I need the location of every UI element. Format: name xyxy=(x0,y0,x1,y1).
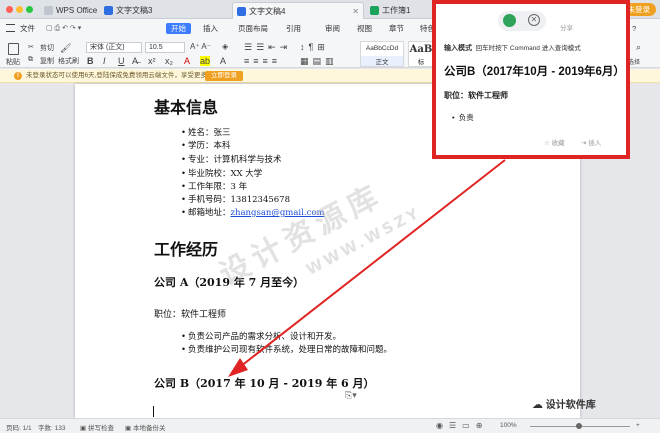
popup-result-role: 职位：软件工程师 xyxy=(444,91,508,100)
popup-result-bullet: • 负责 xyxy=(452,113,474,122)
wechat-watermark: ☁ 设计软件库 xyxy=(532,396,596,411)
assistant-logo-icon xyxy=(503,14,516,27)
popup-toolbar: ✕ xyxy=(498,11,546,31)
close-popup-icon[interactable]: ✕ xyxy=(528,14,540,26)
share-label[interactable]: 分享 xyxy=(560,22,573,32)
zoom-level[interactable]: 100% xyxy=(500,422,517,429)
wechat-label: 设计软件库 xyxy=(545,400,596,411)
popup-result-title: 公司B（2017年10月 - 2019年6月） xyxy=(444,66,625,78)
ai-assistant-popup: ✕ 分享 输入模式 回车时按下 Command 进入查询模式 公司B（2017年… xyxy=(432,0,630,159)
view-mode-icons[interactable]: ◉☰▭⊕ xyxy=(436,421,488,430)
local-backup[interactable]: ▣ 本地备份关 xyxy=(125,422,165,432)
collect-button[interactable]: ☆ 收藏 xyxy=(544,137,565,147)
wechat-icon: ☁ xyxy=(532,399,543,411)
zoom-slider-handle[interactable] xyxy=(576,423,582,429)
popup-mode-hint: 输入模式 回车时按下 Command 进入查询模式 xyxy=(444,45,581,52)
word-count[interactable]: 字数: 133 xyxy=(38,422,65,432)
insert-button[interactable]: ⇥ 插入 xyxy=(581,137,601,147)
page-count[interactable]: 页码: 1/1 xyxy=(6,422,32,432)
status-bar: 页码: 1/1 字数: 133 ▣ 拼写检查 ▣ 本地备份关 ◉☰▭⊕ 100%… xyxy=(0,418,660,433)
popup-content: 输入模式 回车时按下 Command 进入查询模式 公司B（2017年10月 -… xyxy=(444,42,625,123)
spell-check[interactable]: ▣ 拼写检查 xyxy=(80,422,114,432)
zoom-in-icon[interactable]: + xyxy=(636,422,640,429)
